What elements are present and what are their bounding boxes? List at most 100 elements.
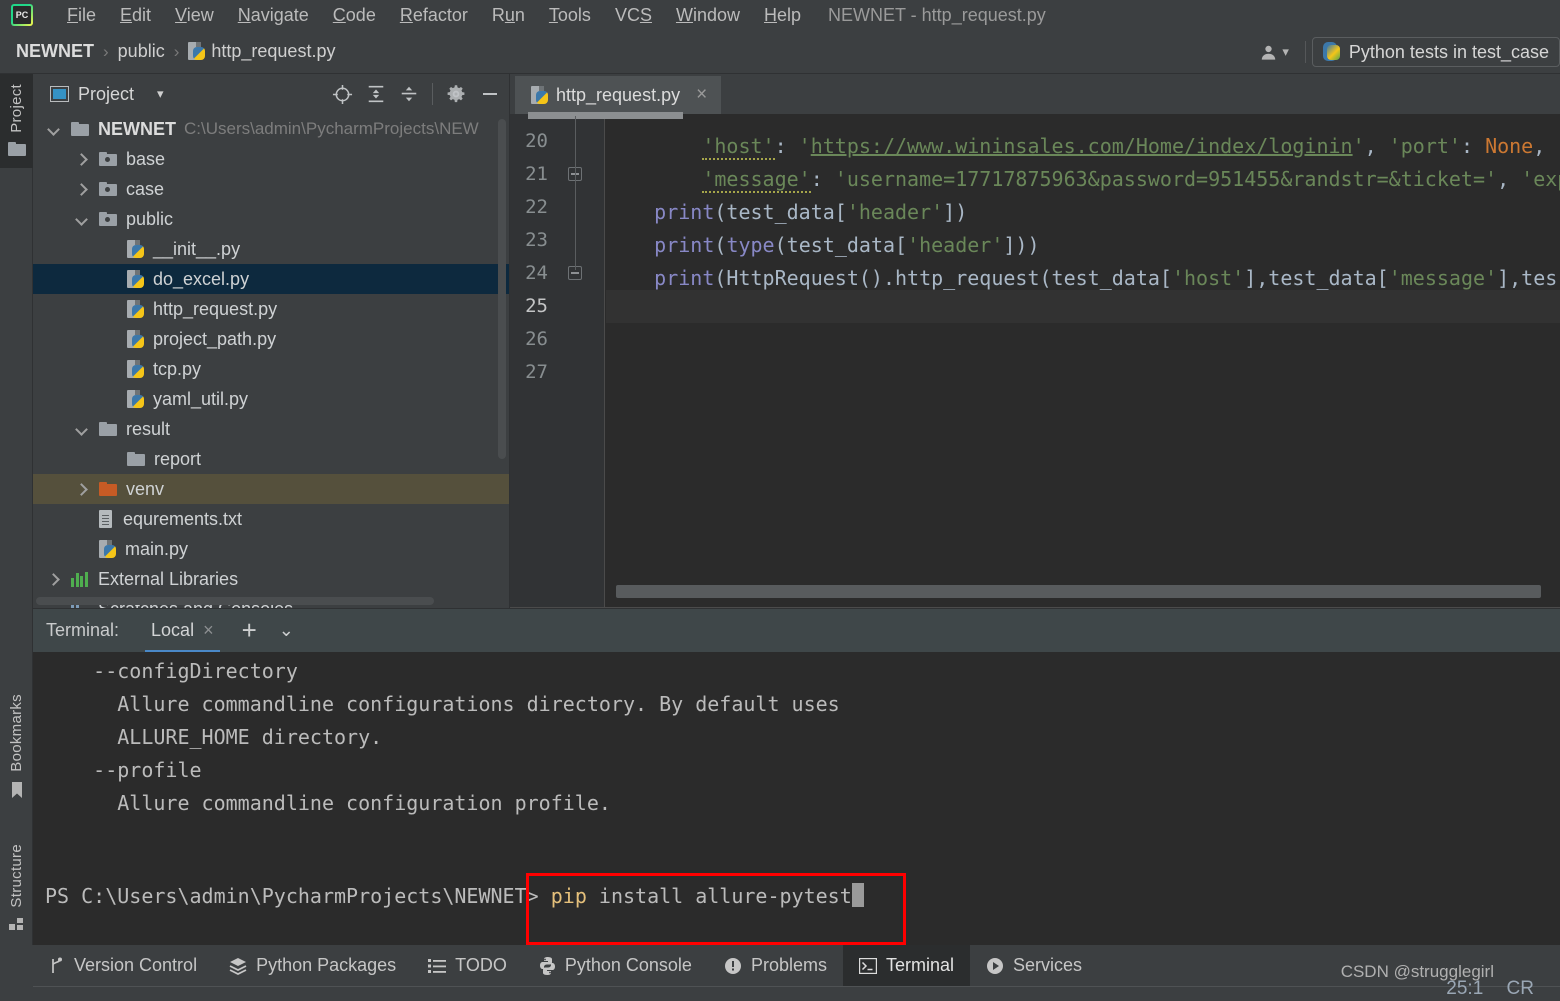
hide-panel-icon[interactable] [479, 84, 501, 104]
menu-item-file[interactable]: File [55, 3, 108, 28]
stripe-button-bookmarks[interactable]: Bookmarks [0, 684, 33, 811]
editor-gutter[interactable]: 20 21 22 23 24 25 26 27 [510, 112, 683, 608]
settings-gear-icon[interactable] [446, 84, 466, 104]
tree-node-tcp-py[interactable]: tcp.py [33, 354, 509, 384]
tool-window-button-todo[interactable]: TODO [412, 945, 523, 986]
code-line-20: 'host': 'https://www.wininsales.com/Home… [606, 130, 1560, 163]
tree-node-venv[interactable]: venv [33, 474, 509, 504]
user-menu-button[interactable]: ▾ [1249, 43, 1299, 62]
stripe-button-structure[interactable]: Structure [0, 834, 33, 943]
chevron-right-icon[interactable] [75, 183, 88, 196]
project-tree-vertical-scrollbar[interactable] [498, 119, 506, 459]
tool-window-button-python-packages[interactable]: Python Packages [213, 945, 412, 986]
tool-window-button-version-control[interactable]: Version Control [33, 945, 213, 986]
tree-node-label: tcp.py [153, 358, 202, 379]
project-tree-horizontal-scrollbar[interactable] [36, 597, 434, 605]
menu-item-navigate[interactable]: Navigate [226, 3, 321, 28]
run-configuration-selector[interactable]: Python tests in test_case [1311, 37, 1560, 67]
expand-all-icon[interactable] [366, 84, 386, 104]
tool-window-button-problems[interactable]: Problems [708, 945, 843, 986]
python-file-icon [127, 389, 144, 409]
menu-item-tools[interactable]: Tools [537, 3, 603, 28]
editor-horizontal-scrollbar[interactable] [616, 585, 1541, 598]
tree-node-label: NEWNET [98, 118, 176, 139]
tree-node-base[interactable]: base [33, 144, 509, 174]
pycharm-logo-icon [11, 4, 33, 26]
menu-item-refactor[interactable]: Refactor [388, 3, 480, 28]
menu-item-edit[interactable]: Edit [108, 3, 163, 28]
chevron-down-icon[interactable] [75, 213, 88, 226]
menu-item-view[interactable]: View [163, 3, 226, 28]
tool-window-button-terminal[interactable]: Terminal [842, 945, 970, 986]
terminal-output-line: --configDirectory [45, 659, 298, 683]
breadcrumb-file[interactable]: http_request.py [188, 41, 335, 62]
breadcrumb-folder[interactable]: public [118, 41, 165, 62]
tree-node-do-excel-py[interactable]: do_excel.py [33, 264, 509, 294]
code-token: ( [714, 233, 727, 257]
project-panel-title-group[interactable]: Project ▾ [50, 84, 164, 105]
code-token: print [654, 233, 715, 257]
close-icon[interactable]: × [696, 84, 707, 106]
terminal-prompt-line[interactable]: PS C:\Users\admin\PycharmProjects\NEWNET… [45, 880, 864, 913]
breadcrumb-file-label: http_request.py [211, 41, 336, 61]
chevron-down-icon[interactable] [47, 123, 60, 136]
caret-position-value[interactable]: 25:1 [1446, 978, 1483, 999]
terminal-tab-local[interactable]: Local × [145, 609, 220, 653]
tree-node-report[interactable]: report [33, 444, 509, 474]
editor-tab-http-request[interactable]: http_request.py × [515, 76, 722, 114]
stripe-button-project[interactable]: Project [0, 74, 33, 168]
tool-window-button-services[interactable]: Services [970, 945, 1098, 986]
menu-bar: FileEditViewNavigateCodeRefactorRunTools… [0, 0, 1560, 30]
menu-item-window[interactable]: Window [664, 3, 752, 28]
tree-node-result[interactable]: result [33, 414, 509, 444]
project-tree[interactable]: NEWNET C:\Users\admin\PycharmProjects\NEW… [33, 114, 509, 608]
close-icon[interactable]: × [203, 620, 214, 641]
terminal-icon [858, 957, 877, 974]
chevron-down-icon[interactable] [75, 423, 88, 436]
tree-node-case[interactable]: case [33, 174, 509, 204]
tree-node-label: External Libraries [98, 568, 239, 589]
line-separator-value[interactable]: CR [1507, 978, 1534, 999]
tree-node-public[interactable]: public [33, 204, 509, 234]
code-token: : [810, 167, 835, 191]
caret-position: 25:1 CR [1446, 978, 1534, 1000]
terminal-header: Terminal: Local × + ⌄ [33, 608, 1560, 653]
code-token: 'port' [1388, 134, 1461, 158]
chevron-right-icon[interactable] [47, 573, 60, 586]
excluded-folder-icon [99, 482, 117, 496]
breadcrumb-project[interactable]: NEWNET [16, 41, 94, 62]
code-token: ]) [943, 200, 968, 224]
chevron-down-icon[interactable]: ⌄ [279, 620, 294, 641]
menu-item-help[interactable]: Help [752, 3, 813, 28]
code-line-23: print(type(test_data['header'])) [606, 229, 1039, 262]
chevron-right-icon[interactable] [75, 153, 88, 166]
terminal-prompt: PS C:\Users\admin\PycharmProjects\NEWNET… [45, 884, 551, 908]
tool-window-button-label: Python Console [564, 955, 692, 975]
tree-node-equrements-txt[interactable]: equrements.txt [33, 504, 509, 534]
tree-node-newnet[interactable]: NEWNET C:\Users\admin\PycharmProjects\NEW [33, 114, 509, 144]
tree-node-main-py[interactable]: main.py [33, 534, 509, 564]
tree-node-yaml-util-py[interactable]: yaml_util.py [33, 384, 509, 414]
tree-node-project-path-py[interactable]: project_path.py [33, 324, 509, 354]
chevron-right-icon[interactable] [75, 483, 88, 496]
python-tests-icon [1322, 41, 1340, 63]
new-terminal-tab-button[interactable]: + [242, 615, 257, 646]
terminal-output[interactable]: --configDirectory Allure commandline con… [33, 652, 1560, 945]
chevron-down-icon[interactable]: ▾ [157, 86, 164, 102]
menu-item-run[interactable]: Run [480, 3, 537, 28]
navbar-right: ▾ Python tests in test_case [1249, 30, 1560, 74]
source-folder-icon [99, 152, 117, 166]
tree-node-http-request-py[interactable]: http_request.py [33, 294, 509, 324]
tree-node-external-libraries[interactable]: External Libraries [33, 564, 509, 594]
menu-item-code[interactable]: Code [321, 3, 388, 28]
tool-window-button-python-console[interactable]: Python Console [523, 945, 708, 986]
code-editor[interactable]: 20 21 22 23 24 25 26 27 'host': 'https://www.wi… [510, 112, 1560, 608]
tree-node-init-py[interactable]: __init__.py [33, 234, 509, 264]
collapse-all-icon[interactable] [399, 84, 419, 104]
python-file-icon [127, 239, 144, 259]
current-line-highlight [606, 290, 1560, 323]
code-text[interactable]: 'host': 'https://www.wininsales.com/Home… [606, 114, 1560, 608]
menu-item-vcs[interactable]: VCS [603, 3, 664, 28]
code-token: (test_data[ [774, 233, 908, 257]
select-opened-file-icon[interactable] [332, 84, 353, 105]
